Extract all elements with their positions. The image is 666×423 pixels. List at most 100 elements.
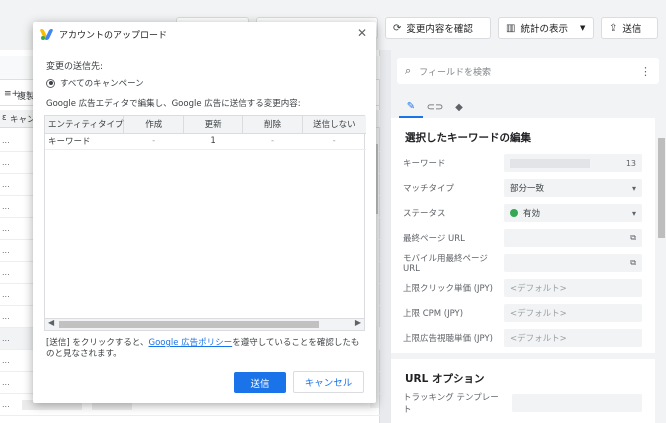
cell-do-not-send: - [302,133,366,150]
link-icon: ⊂⊃ [426,101,444,113]
tracking-template-input[interactable] [512,394,642,412]
upload-icon: ⇪ [609,22,618,34]
max-cpm-input[interactable]: <デフォルト> [504,304,642,322]
notice-before: [送信] をクリックすると、 [46,338,149,348]
policy-notice: [送信] をクリックすると、Google 広告ポリシーを遵守していることを確認し… [46,338,366,360]
cell-delete: - [242,133,303,150]
field-final-url: 最終ページ URL ⧉ [403,228,647,248]
dropdown-arrow-icon: ▾ [631,208,636,218]
search-placeholder: フィールドを検索 [419,67,491,78]
edit-panel: ⌕ フィールドを検索 ⋮ ✎ ⊂⊃ ◆ 選択したキーワードの編集 キーワード 1… [391,50,666,423]
field-label: トラッキング テンプレート [403,393,499,415]
label-tab[interactable]: ◆ [447,96,471,118]
cell-update: 1 [183,133,243,150]
field-status: ステータス 有効 ▾ [403,203,647,223]
default-placeholder: <デフォルト> [510,284,567,294]
header-update[interactable]: 更新 [183,116,244,134]
field-mobile-final-url: モバイル用最終ページ URL ⧉ [403,253,647,274]
field-match-type: マッチタイプ 部分一致 ▾ [403,178,647,198]
scroll-right-icon[interactable]: ▶ [355,318,361,327]
table-hscrollbar[interactable]: ◀ ▶ [45,318,364,330]
dropdown-arrow-icon: ▾ [631,183,636,193]
bar-chart-icon: ▥ [506,22,516,34]
column-header-campaign[interactable]: キャン [10,113,36,125]
chevron-down-icon: ▼ [579,24,586,32]
char-count: 13 [625,158,636,168]
field-label: モバイル用最終ページ URL [403,254,488,274]
field-label: 最終ページ URL [403,234,465,244]
scrollbar-thumb[interactable] [658,138,665,238]
section-title: 選択したキーワードの編集 [405,132,531,144]
field-max-cpv: 上限広告視聴単価 (JPY) <デフォルト> [403,328,647,348]
more-vert-icon[interactable]: ⋮ [640,65,651,78]
dialog-title-bar: アカウントのアップロード [39,28,168,41]
url-options-title: URL オプション [405,373,485,385]
send-toolbar-button[interactable]: ⇪ 送信 [601,17,658,39]
field-label: 上限 CPM (JPY) [403,309,464,319]
mobile-final-url-input[interactable]: ⧉ [504,254,642,272]
radio-label: すべてのキャンペーン [60,79,144,89]
ads-policy-link[interactable]: Google 広告ポリシー [149,338,233,348]
google-ads-logo-icon [39,29,54,40]
header-delete[interactable]: 削除 [242,116,303,134]
match-type-value: 部分一致 [510,184,545,194]
show-stats-label: 統計の表示 [520,24,568,35]
url-options-card: URL オプション トラッキング テンプレート [391,359,655,423]
dialog-title: アカウントのアップロード [59,31,168,41]
max-cpc-input[interactable]: <デフォルト> [504,279,642,297]
send-toolbar-label: 送信 [622,24,642,35]
status-dot-icon [510,209,518,217]
match-type-select[interactable]: 部分一致 ▾ [504,179,642,197]
field-label: ステータス [403,209,446,219]
field-label: マッチタイプ [403,184,455,194]
keyword-edit-card: 選択したキーワードの編集 キーワード 13 マッチタイプ 部分一致 ▾ ステータ… [391,118,655,353]
scroll-left-icon[interactable]: ◀ [48,318,54,327]
status-select[interactable]: 有効 ▾ [504,204,642,222]
final-url-input[interactable]: ⧉ [504,229,642,247]
changes-description: Google 広告エディタで編集し、Google 広告に送信する変更内容: [46,99,301,109]
right-scrollbar[interactable] [657,118,666,423]
max-cpv-input[interactable]: <デフォルト> [504,329,642,347]
field-tracking-template: トラッキング テンプレート [403,393,647,415]
review-changes-button[interactable]: ⟳ 変更内容を確認 [385,17,491,39]
refresh-icon: ⟳ [393,22,402,34]
header-create[interactable]: 作成 [123,116,184,134]
field-label: 上限広告視聴単価 (JPY) [403,334,493,344]
table-header-row: エンティティタイプ 作成 更新 削除 送信しない [45,116,366,134]
column-check: ε [2,113,7,123]
edit-tab[interactable]: ✎ [399,96,423,118]
field-max-cpc: 上限クリック単価 (JPY) <デフォルト> [403,278,647,298]
cell-create: - [123,133,184,150]
keyword-input[interactable]: 13 [504,154,642,172]
header-do-not-send[interactable]: 送信しない [302,116,366,134]
send-button[interactable]: 送信 [234,372,286,393]
radio-all-campaigns[interactable]: すべてのキャンペーン [46,77,144,89]
status-value: 有効 [523,209,541,219]
radio-selected-icon[interactable] [46,78,55,88]
default-placeholder: <デフォルト> [510,309,567,319]
field-keyword: キーワード 13 [403,153,647,173]
upload-dialog: アカウントのアップロード ✕ 変更の送信先: すべてのキャンペーン Google… [33,22,376,403]
link-tab[interactable]: ⊂⊃ [423,96,447,118]
open-external-icon[interactable]: ⧉ [630,258,636,268]
cancel-button[interactable]: キャンセル [293,371,364,393]
panel-tabs: ✎ ⊂⊃ ◆ [391,92,666,118]
changes-table: エンティティタイプ 作成 更新 削除 送信しない キーワード - 1 - - ◀ [44,115,366,331]
open-external-icon[interactable]: ⧉ [630,233,636,243]
destination-label: 変更の送信先: [46,62,104,72]
header-entity-type[interactable]: エンティティタイプ [45,116,125,134]
field-max-cpm: 上限 CPM (JPY) <デフォルト> [403,303,647,323]
review-changes-label: 変更内容を確認 [406,24,473,35]
blurred-keyword [510,158,590,168]
label-icon: ◆ [455,101,463,113]
field-label: 上限クリック単価 (JPY) [403,284,493,294]
cell-entity: キーワード [45,133,124,150]
field-label: キーワード [403,159,446,169]
search-icon: ⌕ [405,64,412,77]
scrollbar-thumb[interactable] [59,321,319,328]
show-stats-button[interactable]: ▥ 統計の表示 ▼ [498,17,594,39]
table-row[interactable]: キーワード - 1 - - [45,133,366,150]
field-search[interactable]: ⌕ フィールドを検索 ⋮ [397,58,659,84]
close-icon[interactable]: ✕ [357,26,367,40]
pencil-icon: ✎ [406,100,416,112]
